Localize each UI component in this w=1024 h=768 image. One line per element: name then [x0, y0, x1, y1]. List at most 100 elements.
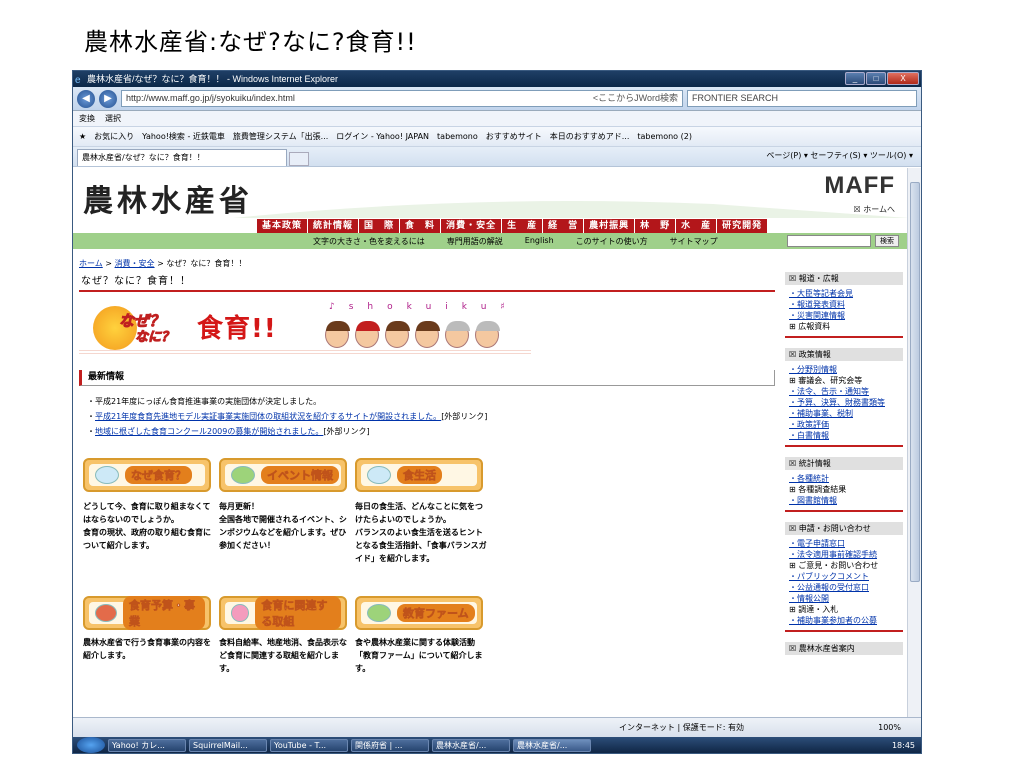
security-zone[interactable]: インターネット | 保護モード: 有効 — [619, 718, 744, 738]
taskbar-item[interactable]: 農林水産省/... — [432, 738, 510, 752]
sidebar-link[interactable]: 情報公開 — [789, 593, 903, 604]
related-initiatives-button[interactable]: 食育に関連する取組 — [219, 596, 347, 630]
sidebar-link[interactable]: 災害関連情報 — [789, 310, 903, 321]
taskbar-item-active[interactable]: 農林水産省/... — [513, 738, 591, 752]
face-icon — [475, 321, 500, 348]
menu-item[interactable]: 研究開発 — [717, 219, 769, 233]
face-icon — [445, 321, 470, 348]
banner-text-nani: なに？ — [134, 330, 175, 346]
taskbar-item[interactable]: YouTube - T... — [270, 738, 348, 752]
menu-item[interactable]: 林 野 — [635, 219, 677, 233]
forward-button[interactable]: ▶ — [99, 89, 117, 108]
menu-item[interactable]: 経 営 — [543, 219, 585, 233]
favorites-label[interactable]: お気に入り — [94, 127, 134, 146]
glossary-link[interactable]: 専門用語の解説 — [447, 236, 503, 247]
card-body: バランスのよい食生活を送るヒントとなる食生活指針、「食事バランスガイド」を紹介し… — [355, 528, 487, 563]
breadcrumb-home[interactable]: ホーム — [79, 259, 103, 268]
scrollbar-thumb[interactable] — [910, 182, 920, 582]
favorite-item[interactable]: おすすめサイト — [486, 127, 542, 146]
education-farm-button[interactable]: 教育ファーム — [355, 596, 483, 630]
card-lead: どうして今、食育に取り組まなくてはならないのでしょうか。 — [83, 502, 211, 524]
sidebar-link[interactable]: 法令適用事前確認手続 — [789, 549, 903, 560]
sidebar-expandable[interactable]: 広報資料 — [789, 321, 903, 332]
event-info-button[interactable]: イベント情報 — [219, 458, 347, 492]
card-label: イベント情報 — [261, 466, 339, 484]
favorite-item[interactable]: Yahoo!検索 - 近鉄電車 — [142, 127, 225, 146]
news-heading: 最新情報 — [79, 370, 775, 386]
sitemap-link[interactable]: サイトマップ — [670, 236, 718, 247]
menu-item[interactable]: 統計情報 — [308, 219, 360, 233]
menu-item[interactable]: 国 際 — [359, 219, 401, 233]
menu-item[interactable]: 生 産 — [502, 219, 544, 233]
jword-search-hint[interactable]: <ここからJWord検索 — [593, 91, 682, 106]
close-button[interactable]: X — [887, 72, 919, 85]
site-search-button[interactable]: 検索 — [875, 235, 899, 247]
favorite-item[interactable]: tabemono — [437, 127, 478, 146]
sidebar-link[interactable]: 政策評価 — [789, 419, 903, 430]
site-usage-link[interactable]: このサイトの使い方 — [576, 236, 648, 247]
menu-item[interactable]: 水 産 — [676, 219, 718, 233]
tab-maff[interactable]: 農林水産省/なぜ？なに？食育！！ — [77, 149, 287, 166]
new-tab-button[interactable] — [289, 152, 309, 166]
site-search-input[interactable] — [787, 235, 871, 247]
command-bar[interactable]: ページ(P) ▾ セーフティ(S) ▾ ツール(O) ▾ — [766, 150, 913, 161]
card-label: 教育ファーム — [397, 604, 475, 622]
favorite-item[interactable]: 本日のおすすめアド... — [550, 127, 630, 146]
sidebar-link[interactable]: 公益通報の受付窓口 — [789, 582, 903, 593]
favorites-star-icon[interactable]: ★ — [79, 127, 86, 146]
sidebar-link[interactable]: 電子申請窓口 — [789, 538, 903, 549]
news-link[interactable]: 地域に根ざした食育コンクール2009の募集が開始されました。 — [95, 427, 323, 436]
vertical-scrollbar[interactable] — [907, 168, 921, 717]
taskbar-item[interactable]: SquirrelMail... — [189, 738, 267, 752]
favorites-bar: ★ お気に入り Yahoo!検索 - 近鉄電車 旅費管理システム「出張... ロ… — [73, 127, 921, 147]
external-link-label: [外部リンク] — [323, 427, 370, 436]
sidebar-link[interactable]: 大臣等記者会見 — [789, 288, 903, 299]
sidebar-expandable[interactable]: 審議会、研究会等 — [789, 375, 903, 386]
text-size-link[interactable]: 文字の大きさ・色を変えるには — [313, 236, 425, 247]
shokuseikatsu-button[interactable]: 食生活 — [355, 458, 483, 492]
sidebar-link[interactable]: 補助事業参加者の公募 — [789, 615, 903, 626]
menu-item[interactable]: 食 料 — [400, 219, 442, 233]
favorite-item[interactable]: ログイン - Yahoo! JAPAN — [336, 127, 429, 146]
sidebar-heading[interactable]: 政策情報 — [785, 348, 903, 361]
select-button[interactable]: 選択 — [105, 111, 121, 126]
favorite-item[interactable]: 旅費管理システム「出張... — [233, 127, 328, 146]
card-description: 食や農林水産業に関する体験活動「教育ファーム」について紹介します。 — [355, 636, 487, 675]
english-link[interactable]: English — [525, 236, 554, 247]
sidebar-heading[interactable]: 農林水産省案内 — [785, 642, 903, 655]
sidebar-expandable[interactable]: 各種調査結果 — [789, 484, 903, 495]
sidebar-expandable[interactable]: 調達・入札 — [789, 604, 903, 615]
sidebar-link[interactable]: 補助事業、税制 — [789, 408, 903, 419]
taskbar-item[interactable]: Yahoo! カレ... — [108, 738, 186, 752]
budget-projects-button[interactable]: 食育予算・事業 — [83, 596, 211, 630]
sidebar-link[interactable]: 法令、告示・通知等 — [789, 386, 903, 397]
sidebar-heading[interactable]: 申請・お問い合わせ — [785, 522, 903, 535]
sidebar-link[interactable]: 報道発表資料 — [789, 299, 903, 310]
start-button[interactable] — [77, 737, 105, 753]
convert-button[interactable]: 変換 — [79, 111, 95, 126]
menu-item[interactable]: 基本政策 — [257, 219, 309, 233]
sidebar-link[interactable]: パブリックコメント — [789, 571, 903, 582]
sidebar-link[interactable]: 各種統計 — [789, 473, 903, 484]
sidebar-heading[interactable]: 報道・広報 — [785, 272, 903, 285]
sidebar-link[interactable]: 分野別情報 — [789, 364, 903, 375]
plate-icon — [367, 466, 391, 484]
sidebar-expandable[interactable]: ご意見・お問い合わせ — [789, 560, 903, 571]
sidebar-link[interactable]: 予算、決算、財務書類等 — [789, 397, 903, 408]
maximize-button[interactable]: □ — [866, 72, 886, 85]
menu-item[interactable]: 消費・安全 — [441, 219, 503, 233]
favorite-item[interactable]: tabemono (2) — [637, 127, 692, 146]
sidebar-heading[interactable]: 統計情報 — [785, 457, 903, 470]
url-input[interactable]: http://www.maff.go.jp/j/syokuiku/index.h… — [121, 90, 683, 107]
back-button[interactable]: ◀ — [77, 89, 95, 108]
sidebar-link[interactable]: 図書館情報 — [789, 495, 903, 506]
naze-shokuiku-button[interactable]: なぜ食育？ — [83, 458, 211, 492]
news-link[interactable]: 平成21年度食育先進地モデル実証事業実施団体の取組状況を紹介するサイトが開設され… — [95, 412, 441, 421]
sidebar-link[interactable]: 白書情報 — [789, 430, 903, 441]
frontier-search-input[interactable]: FRONTIER SEARCH — [687, 90, 917, 107]
taskbar-item[interactable]: 関係府省 | ... — [351, 738, 429, 752]
zoom-level[interactable]: 100% — [878, 718, 901, 738]
minimize-button[interactable]: _ — [845, 72, 865, 85]
breadcrumb-category[interactable]: 消費・安全 — [115, 259, 155, 268]
menu-item[interactable]: 農村振興 — [584, 219, 636, 233]
